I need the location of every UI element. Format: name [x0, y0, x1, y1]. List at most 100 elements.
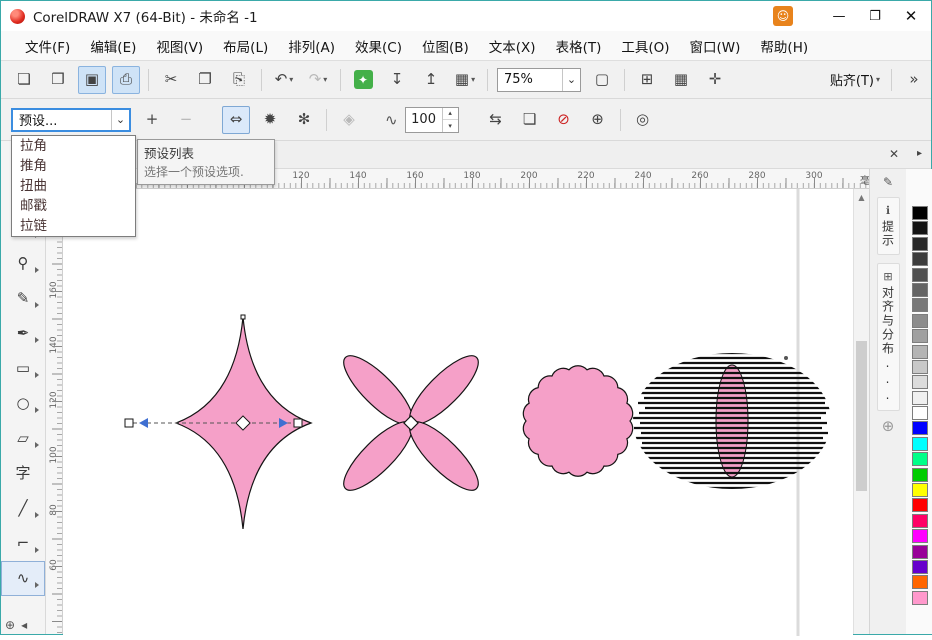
spin-down-icon[interactable]: ▾ [443, 120, 458, 132]
color-swatch[interactable] [911, 298, 928, 313]
tab-scroll-icon[interactable]: ▸ [917, 148, 922, 159]
menu-item-10[interactable]: 窗口(W) [680, 31, 751, 61]
ellipse-tool[interactable]: ○ [1, 386, 45, 421]
color-swatch[interactable] [911, 344, 928, 359]
color-swatch[interactable] [911, 359, 928, 374]
preset-option[interactable]: 拉链 [12, 216, 135, 236]
dropdown-arrow-icon[interactable]: ⌄ [562, 68, 580, 91]
scroll-up-icon[interactable]: ▲ [854, 189, 869, 205]
distortion-end-handle[interactable] [293, 418, 303, 428]
show-rulers-button[interactable]: ⊞ [633, 66, 661, 94]
add-preset-button[interactable]: + [138, 106, 166, 134]
polygon-tool[interactable]: ▱ [1, 421, 45, 456]
twister-distortion-button[interactable]: ✻ [290, 106, 318, 134]
spin-up-icon[interactable]: ▴ [442, 108, 458, 120]
menu-item-9[interactable]: 工具(O) [611, 31, 679, 61]
show-guidelines-button[interactable]: ✛ [701, 66, 729, 94]
dimension-tool[interactable]: ╱ [1, 491, 45, 526]
menu-item-6[interactable]: 位图(B) [412, 31, 479, 61]
toolbar-overflow-button[interactable]: » [900, 66, 928, 94]
docker-tab-hints[interactable]: ℹ 提示 [876, 197, 900, 255]
color-swatch[interactable] [911, 498, 928, 513]
print-document-button[interactable]: ⎙ [112, 65, 140, 94]
color-swatch[interactable] [911, 575, 928, 590]
distortion-arrow-left[interactable] [139, 418, 148, 428]
color-swatch[interactable] [911, 375, 928, 390]
center-distortion-button[interactable]: ⊕ [584, 106, 612, 134]
zoom-tool[interactable]: ⚲ [1, 246, 45, 281]
color-swatch[interactable] [911, 390, 928, 405]
color-swatch[interactable] [911, 529, 928, 544]
menu-item-4[interactable]: 排列(A) [278, 31, 345, 61]
coreldraw-app-icon[interactable] [10, 8, 25, 24]
color-swatch[interactable] [911, 221, 928, 236]
text-tool[interactable]: 字 [1, 456, 45, 491]
color-swatch[interactable] [911, 282, 928, 297]
color-swatch[interactable] [911, 436, 928, 451]
artistic-media-tool[interactable]: ✒ [1, 316, 45, 351]
zoom-level-combo[interactable]: 75% ⌄ [497, 67, 581, 92]
rectangle-tool[interactable]: ▭ [1, 351, 45, 386]
distortion-amplitude-stepper[interactable]: 100 ▴ ▾ [404, 106, 459, 133]
convert-to-curves-button[interactable]: ◎ [629, 106, 657, 134]
dropdown-arrow-icon[interactable]: ▾ [289, 75, 293, 84]
color-swatch[interactable] [911, 313, 928, 328]
close-button[interactable]: ✕ [893, 1, 929, 31]
preset-list-combo[interactable]: 预设... ⌄ [11, 107, 131, 132]
menu-item-1[interactable]: 编辑(E) [80, 31, 146, 61]
interactive-distort-tool[interactable]: ∿ [1, 561, 45, 596]
preset-option[interactable]: 邮戳 [12, 196, 135, 216]
freehand-tool[interactable]: ✎ [1, 281, 45, 316]
color-swatch[interactable] [911, 329, 928, 344]
vertical-scrollbar[interactable]: ▲ [853, 189, 869, 634]
undo-button[interactable]: ↶ ▾ [270, 66, 298, 94]
dropdown-arrow-icon[interactable]: ▾ [471, 75, 475, 84]
maximize-button[interactable]: ❐ [857, 1, 893, 31]
menu-item-7[interactable]: 文本(X) [479, 31, 546, 61]
application-launcher-button[interactable]: ▦ ▾ [451, 66, 479, 94]
document-close-icon[interactable]: ✕ [889, 147, 899, 161]
menu-item-3[interactable]: 布局(L) [213, 31, 278, 61]
color-swatch[interactable] [911, 421, 928, 436]
navigator-expand-button[interactable]: ⊕ [5, 618, 15, 632]
color-swatch[interactable] [911, 544, 928, 559]
menu-item-2[interactable]: 视图(V) [146, 31, 213, 61]
show-grid-button[interactable]: ▦ [667, 66, 695, 94]
navigator-icon[interactable]: ⊕ [870, 417, 906, 435]
menu-item-11[interactable]: 帮助(H) [750, 31, 818, 61]
preset-option[interactable]: 推角 [12, 156, 135, 176]
cut-button[interactable]: ✂ [157, 66, 185, 94]
new-document-button[interactable]: ❏ [10, 66, 38, 94]
color-swatch[interactable] [911, 406, 928, 421]
dropdown-arrow-icon[interactable]: ▾ [323, 75, 327, 84]
open-document-button[interactable]: ❒ [44, 66, 72, 94]
color-swatch[interactable] [911, 236, 928, 251]
full-screen-preview-button[interactable]: ▢ [588, 66, 616, 94]
connector-tool[interactable]: ⌐ [1, 526, 45, 561]
scalloped-circle-shape[interactable] [522, 365, 634, 477]
color-swatch[interactable] [911, 252, 928, 267]
save-document-button[interactable]: ▣ [78, 65, 106, 94]
color-swatch[interactable] [911, 267, 928, 282]
color-swatch[interactable] [911, 590, 928, 605]
color-swatch[interactable] [911, 559, 928, 574]
copy-distortion-properties-button[interactable]: ❏ [516, 106, 544, 134]
dropdown-arrow-icon[interactable]: ⌄ [111, 109, 129, 130]
paste-button[interactable]: ⎘ [225, 66, 253, 94]
zipper-distortion-button[interactable]: ✹ [256, 106, 284, 134]
scrollbar-thumb[interactable] [856, 341, 867, 491]
preset-option[interactable]: 扭曲 [12, 176, 135, 196]
random-distortion-button[interactable]: ⇆ [482, 106, 510, 134]
color-swatch[interactable] [911, 483, 928, 498]
docker-edit-icon[interactable]: ✎ [883, 175, 893, 189]
star-top-node[interactable] [240, 314, 246, 320]
distortion-start-handle[interactable] [124, 418, 134, 428]
welcome-screen-button[interactable]: ✦ [349, 66, 377, 94]
color-swatch[interactable] [911, 513, 928, 528]
menu-item-8[interactable]: 表格(T) [546, 31, 612, 61]
sign-in-icon[interactable]: ☺ [773, 6, 793, 26]
snap-to-menu[interactable]: 贴齐(T) ▾ [824, 67, 886, 92]
minimize-button[interactable]: — [821, 1, 857, 31]
color-swatch[interactable] [911, 467, 928, 482]
copy-button[interactable]: ❐ [191, 66, 219, 94]
